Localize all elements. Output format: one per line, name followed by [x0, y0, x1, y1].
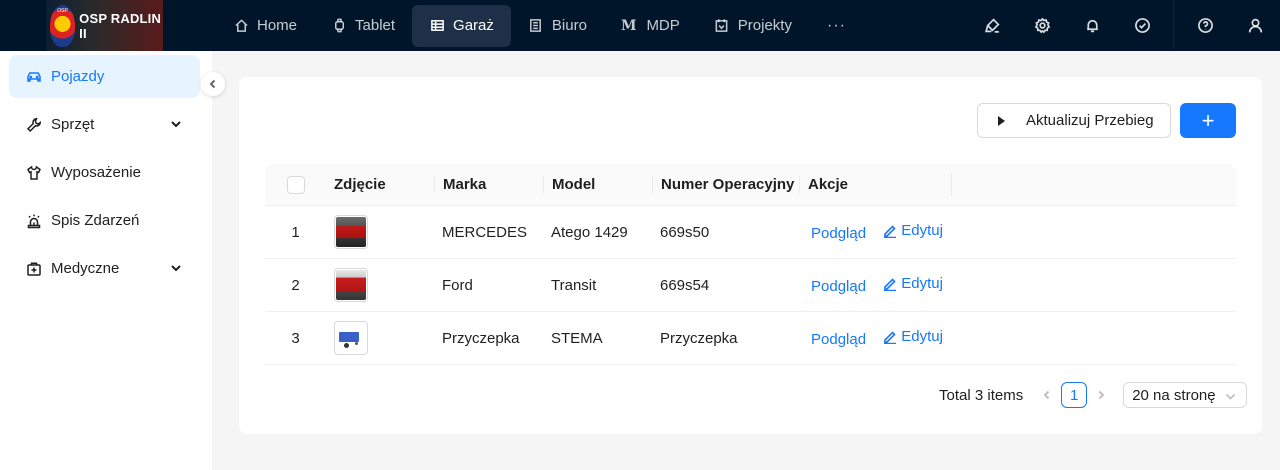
- edit-link[interactable]: Edytuj: [883, 222, 943, 239]
- add-vehicle-button[interactable]: +: [1180, 103, 1236, 138]
- column-header-actions: Akcje: [799, 176, 951, 193]
- cell-actions: Podgląd Edytuj: [799, 328, 951, 348]
- toolbar-divider: [1173, 0, 1174, 51]
- chevron-left-icon: [1043, 390, 1050, 400]
- settings-icon[interactable]: [1017, 0, 1067, 51]
- column-divider: [951, 173, 952, 196]
- cell-brand: Przyczepka: [442, 329, 520, 347]
- edit-icon: [884, 278, 897, 291]
- logo[interactable]: OSP OSP RADLIN II: [46, 0, 163, 51]
- watch-icon: [331, 18, 347, 34]
- vehicle-photo[interactable]: [334, 268, 368, 302]
- edit-icon: [884, 331, 897, 344]
- row-number: 1: [291, 223, 300, 241]
- sidebar-item-wyposazenie[interactable]: Wyposażenie: [9, 151, 200, 194]
- pagination: Total 3 items 1 20 na stronę: [939, 382, 1248, 408]
- shirt-icon: [25, 164, 43, 182]
- vehicle-photo-image: [336, 217, 366, 247]
- alarm-icon: [25, 212, 43, 230]
- cell-model: STEMA: [551, 329, 603, 347]
- cell-brand: Ford: [442, 276, 473, 294]
- table-row: 2 Ford Transit 669s54 Podgląd Edytuj: [265, 259, 1236, 312]
- page-1-button[interactable]: 1: [1061, 382, 1088, 408]
- top-bar: OSP OSP RADLIN II Home Tablet Garaż Biur…: [0, 0, 1280, 51]
- update-mileage-button[interactable]: Aktualizuj Przebieg: [977, 103, 1171, 138]
- vehicle-photo[interactable]: [334, 321, 368, 355]
- cell-model: Atego 1429: [551, 223, 628, 241]
- select-all-checkbox[interactable]: [286, 175, 305, 194]
- table-row: 3 Przyczepka STEMA Przyczepka Podgląd Ed…: [265, 312, 1236, 365]
- nav-mdp[interactable]: M MDP: [604, 5, 697, 47]
- vehicles-table: Zdjęcie Marka Model Numer Operacyjny Akc…: [265, 164, 1236, 365]
- project-icon: [714, 18, 730, 34]
- nav-tablet[interactable]: Tablet: [314, 5, 412, 47]
- edit-link[interactable]: Edytuj: [883, 275, 943, 292]
- logo-text: OSP RADLIN II: [79, 10, 162, 41]
- sidebar-item-medyczne[interactable]: Medyczne: [9, 247, 200, 290]
- view-link[interactable]: Podgląd: [811, 278, 866, 295]
- cell-op-number: Przyczepka: [660, 329, 738, 347]
- cell-model: Transit: [551, 276, 597, 294]
- nav-garaz[interactable]: Garaż: [412, 4, 511, 47]
- plus-icon: +: [1201, 107, 1215, 133]
- user-icon[interactable]: [1230, 0, 1280, 51]
- wrench-icon: [25, 116, 43, 134]
- nav-home[interactable]: Home: [216, 5, 314, 47]
- table-row: 1 MERCEDES Atego 1429 669s50 Podgląd Edy…: [265, 206, 1236, 259]
- edit-icon: [884, 225, 897, 238]
- bell-icon[interactable]: [1067, 0, 1117, 51]
- home-icon: [233, 18, 249, 34]
- edit-link[interactable]: Edytuj: [883, 328, 943, 345]
- nav-biuro[interactable]: Biuro: [511, 5, 604, 47]
- column-header-model: Model: [543, 176, 652, 193]
- sidebar-item-spis-zdarzen[interactable]: Spis Zdarzeń: [9, 199, 200, 242]
- sidebar-item-pojazdy[interactable]: Pojazdy: [9, 55, 200, 98]
- document-icon: [528, 18, 544, 34]
- chevron-down-icon: [170, 117, 182, 129]
- vehicle-photo-image: [336, 270, 366, 300]
- column-header-op-number: Numer Operacyjny: [652, 176, 799, 193]
- cell-actions: Podgląd Edytuj: [799, 222, 951, 242]
- row-number: 2: [291, 276, 300, 294]
- view-link[interactable]: Podgląd: [811, 225, 866, 242]
- top-toolbar: [967, 0, 1280, 51]
- column-header-brand: Marka: [434, 176, 543, 193]
- pagination-total: Total 3 items: [939, 386, 1024, 404]
- sidebar-collapse-button[interactable]: [201, 72, 225, 96]
- table-icon: [429, 18, 445, 34]
- chevron-right-icon: [1098, 390, 1105, 400]
- play-icon: [998, 115, 1005, 126]
- cell-op-number: 669s54: [660, 276, 710, 294]
- vehicles-card: Aktualizuj Przebieg + Zdjęcie Marka Mode…: [239, 77, 1262, 434]
- main-nav: Home Tablet Garaż Biuro M MDP Projekty ·…: [216, 0, 864, 51]
- car-icon: [25, 68, 43, 86]
- vehicle-photo[interactable]: [334, 215, 368, 249]
- vehicle-photo-image: [336, 323, 366, 353]
- chevron-down-icon: [1226, 393, 1236, 400]
- cell-actions: Podgląd Edytuj: [799, 275, 951, 295]
- logo-badge: OSP: [50, 4, 76, 47]
- medical-icon: [25, 260, 43, 278]
- sidebar: Pojazdy Sprzęt Wyposażenie Spis Zdarzeń …: [0, 51, 212, 470]
- page-size-select[interactable]: 20 na stronę: [1123, 382, 1248, 408]
- column-header-photo: Zdjęcie: [334, 176, 386, 193]
- table-header: Zdjęcie Marka Model Numer Operacyjny Akc…: [265, 164, 1236, 206]
- chevron-down-icon: [170, 261, 182, 273]
- sidebar-item-sprzet[interactable]: Sprzęt: [9, 103, 200, 146]
- cell-op-number: 669s50: [660, 223, 710, 241]
- view-link[interactable]: Podgląd: [811, 331, 866, 348]
- highlighter-icon[interactable]: [967, 0, 1017, 51]
- row-number: 3: [291, 329, 300, 347]
- check-circle-icon[interactable]: [1117, 0, 1167, 51]
- prev-page-button[interactable]: [1037, 390, 1057, 400]
- cell-brand: MERCEDES: [442, 223, 528, 241]
- nav-projekty[interactable]: Projekty: [697, 5, 809, 47]
- chevron-left-icon: [209, 79, 216, 89]
- help-icon[interactable]: [1180, 0, 1230, 51]
- next-page-button[interactable]: [1091, 390, 1111, 400]
- nav-more-button[interactable]: ···: [809, 17, 864, 35]
- m-letter-icon: M: [620, 17, 637, 34]
